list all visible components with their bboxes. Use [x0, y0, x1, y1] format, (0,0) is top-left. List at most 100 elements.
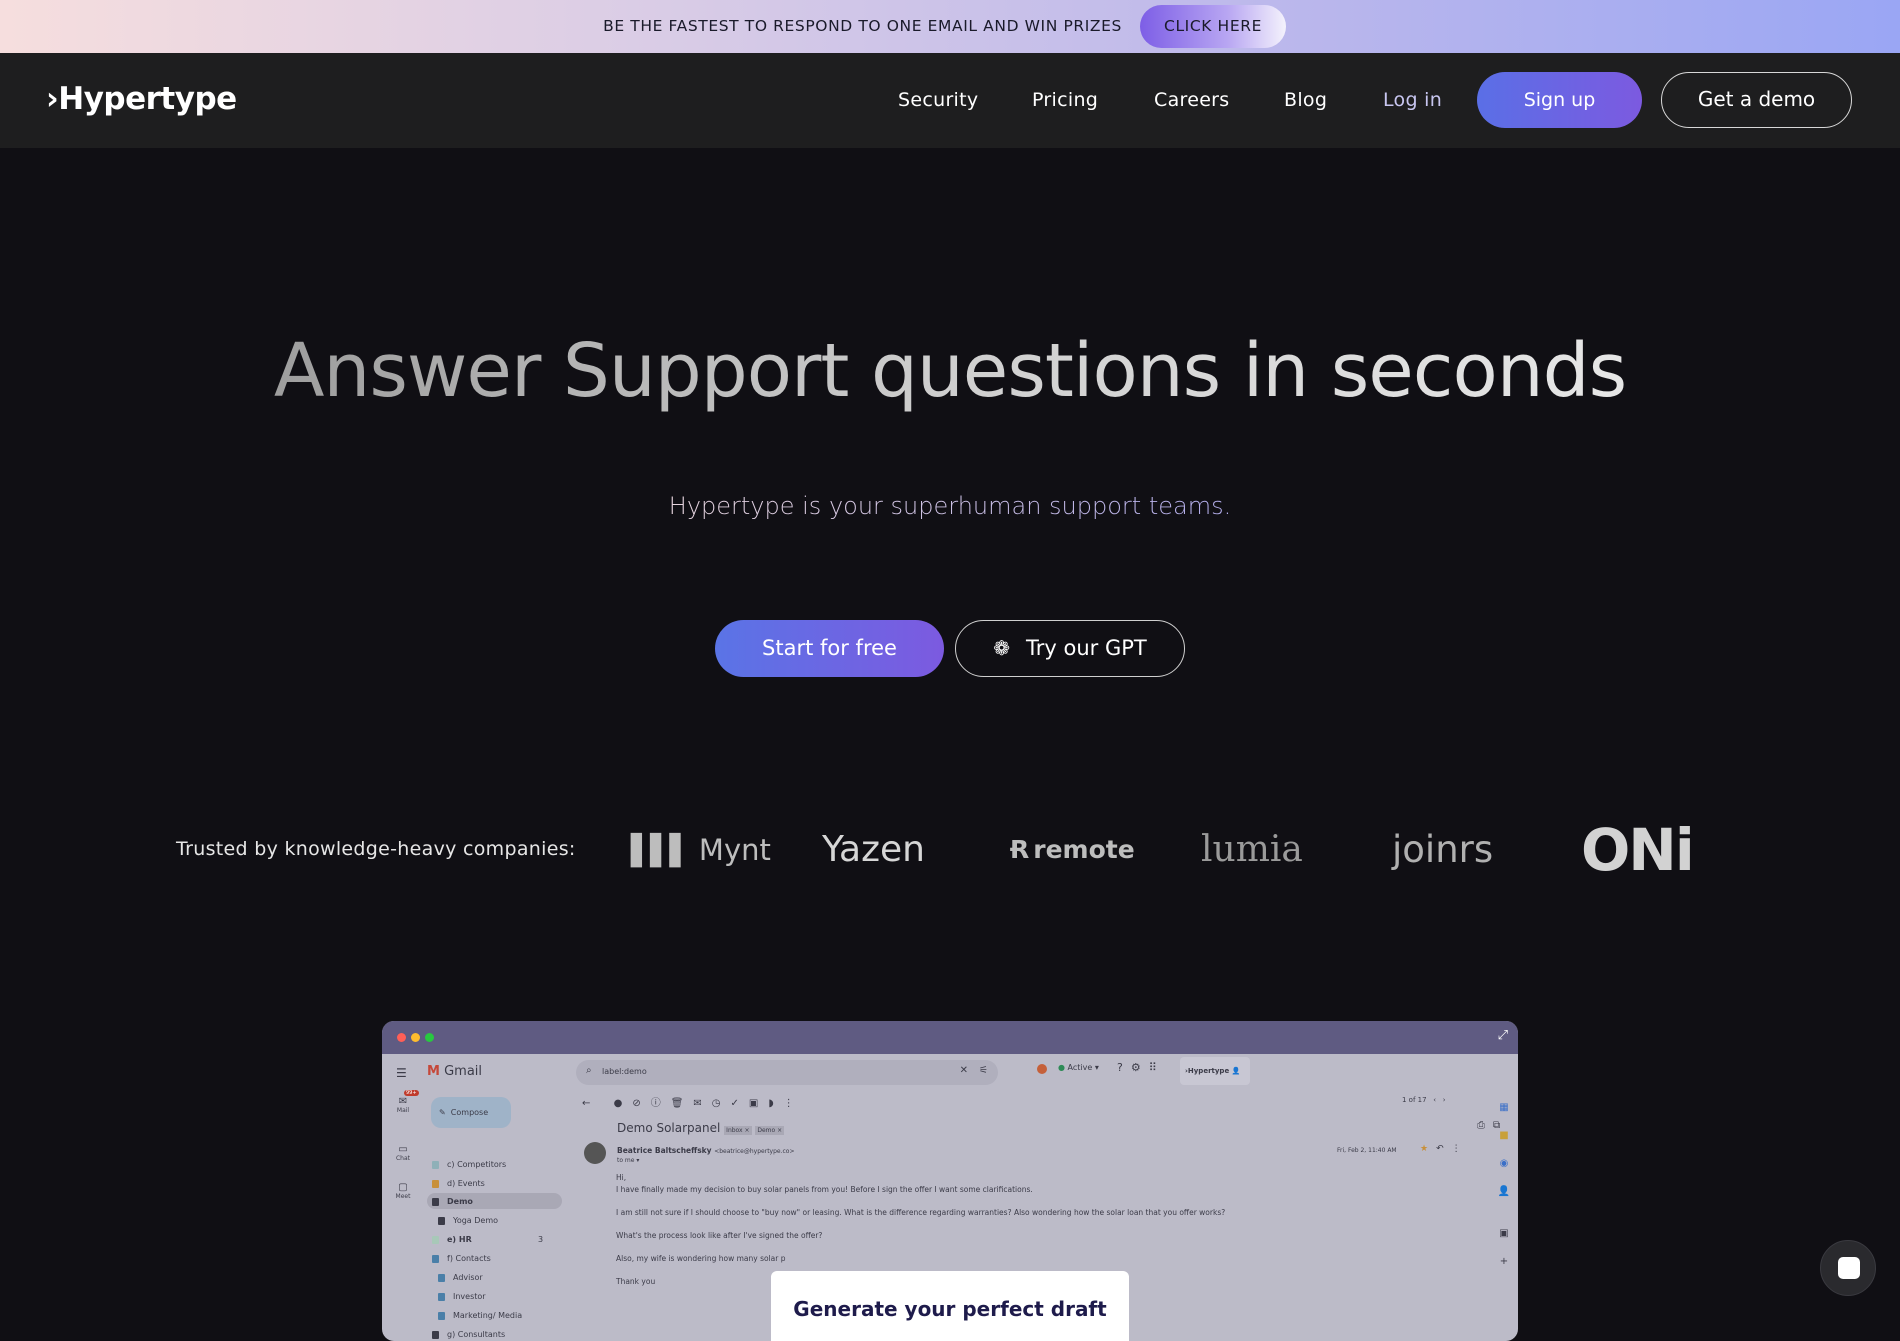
settings-icon[interactable]: ⚙: [1131, 1061, 1149, 1074]
start-free-button[interactable]: Start for free: [715, 620, 944, 677]
more-icon: ⋮: [1451, 1144, 1469, 1154]
logo-oni: ONi: [1581, 816, 1695, 884]
apps-icon[interactable]: ⠿: [1149, 1061, 1165, 1074]
more-icon: ⋮: [783, 1098, 804, 1109]
rail-meet-label: Meet: [395, 1193, 411, 1200]
delete-icon: 🗑: [670, 1098, 694, 1109]
tag-demo[interactable]: Demo ×: [755, 1126, 785, 1135]
nav-blog[interactable]: Blog: [1284, 53, 1327, 148]
pager-text: 1 of 17: [1402, 1096, 1427, 1104]
rail-mail[interactable]: ✉ Mail: [392, 1096, 414, 1114]
sender: Beatrice Baltscheffsky <beatrice@hyperty…: [617, 1146, 795, 1155]
hypertype-logo[interactable]: ›Hypertype: [46, 81, 237, 117]
compose-label: Compose: [450, 1108, 489, 1117]
popup-title: Generate your perfect draft: [793, 1297, 1107, 1321]
rail-chat[interactable]: ▭ Chat: [392, 1144, 414, 1162]
snooze-icon: ◷: [711, 1098, 731, 1109]
reply-icon: ↶: [1436, 1144, 1452, 1154]
label-events[interactable]: d) Events: [432, 1179, 485, 1188]
body-line: Thank you: [616, 1277, 656, 1286]
try-gpt-button[interactable]: ❁ Try our GPT: [955, 620, 1185, 677]
expand-icon[interactable]: ⤢: [1498, 1028, 1508, 1043]
click-here-button[interactable]: CLICK HERE: [1140, 5, 1286, 48]
star-icon: ★: [1420, 1144, 1437, 1154]
email-actions[interactable]: ★↶⋮: [1420, 1144, 1469, 1154]
rail-meet[interactable]: ▢ Meet: [392, 1182, 414, 1200]
chat-icon: [1838, 1257, 1860, 1279]
report-icon: ⓘ: [650, 1098, 671, 1109]
nav-login[interactable]: Log in: [1383, 53, 1442, 148]
help-icon[interactable]: ?: [1117, 1061, 1131, 1074]
menu-icon[interactable]: ☰: [396, 1066, 407, 1080]
product-mockup: ⤢ ☰ M Gmail ⌕ label:demo ✕ ⚟ ● Active ▾ …: [382, 1021, 1518, 1341]
unread-badge: 99+: [404, 1090, 419, 1096]
minimize-dot-icon: [411, 1033, 420, 1042]
body-line: I am still not sure if I should choose t…: [616, 1208, 1226, 1217]
sign-up-button[interactable]: Sign up: [1477, 72, 1642, 128]
logo-lumia: lumia: [1201, 829, 1303, 870]
nav-pricing[interactable]: Pricing: [1032, 53, 1098, 148]
body-line: I have finally made my decision to buy s…: [616, 1185, 1033, 1194]
logo-mynt: ▌▌▌ Mynt: [631, 822, 771, 878]
label-hr[interactable]: e) HR: [432, 1235, 472, 1244]
nav-security[interactable]: Security: [898, 53, 978, 148]
filter-icon[interactable]: ⚟: [979, 1065, 988, 1076]
search-icon: ⌕: [586, 1065, 592, 1076]
header-icons[interactable]: ?⚙⠿: [1117, 1061, 1165, 1074]
chat-launcher-button[interactable]: [1820, 1240, 1876, 1296]
label-consultants[interactable]: g) Consultants: [432, 1330, 505, 1339]
body-line: Also, my wife is wondering how many sola…: [616, 1254, 786, 1263]
logo-mynt-text: Mynt: [698, 833, 771, 867]
tasks-icon[interactable]: ◉: [1490, 1150, 1518, 1178]
clear-icon[interactable]: ✕: [960, 1065, 968, 1076]
gmail-label: Gmail: [444, 1064, 483, 1079]
window-titlebar: ⤢: [382, 1021, 1518, 1054]
back-icon: ←: [582, 1098, 601, 1109]
hypertype-icon: ●: [613, 1098, 633, 1109]
email-toolbar[interactable]: ← ●⊘ⓘ🗑✉◷✓▣◗⋮: [582, 1094, 804, 1109]
sender-name: Beatrice Baltscheffsky: [617, 1146, 712, 1155]
calendar-icon[interactable]: ▦: [1490, 1094, 1518, 1122]
label-contacts[interactable]: f) Contacts: [432, 1254, 491, 1263]
body-line: What's the process look like after I've …: [616, 1231, 823, 1240]
hr-count: 3: [538, 1235, 544, 1244]
label-yoga-demo[interactable]: Yoga Demo: [438, 1216, 498, 1225]
remote-mark-icon: Ɍ: [1010, 835, 1030, 864]
avatar: 👤: [1231, 1067, 1241, 1075]
search-input[interactable]: ⌕ label:demo ✕ ⚟: [576, 1060, 998, 1085]
label-marketing[interactable]: Marketing/ Media: [438, 1311, 522, 1320]
contacts-icon[interactable]: 👤: [1490, 1178, 1518, 1206]
move-icon: ▣: [748, 1098, 769, 1109]
hero-subtitle: Hypertype is your superhuman support tea…: [0, 492, 1900, 520]
terminal-icon[interactable]: ▣: [1490, 1220, 1518, 1248]
label-advisor[interactable]: Advisor: [438, 1273, 483, 1282]
openai-icon: ❁: [993, 636, 1011, 660]
nav-careers[interactable]: Careers: [1154, 53, 1230, 148]
rail-chat-label: Chat: [395, 1155, 411, 1162]
mynt-mark-icon: ▌▌▌: [631, 833, 692, 867]
keep-icon[interactable]: ■: [1490, 1122, 1518, 1150]
tag-inbox[interactable]: Inbox ×: [724, 1126, 752, 1135]
logo-joinrs: joinrs: [1392, 828, 1494, 871]
pager: 1 of 17 ‹ ›: [1402, 1096, 1446, 1104]
maximize-dot-icon: [425, 1033, 434, 1042]
label-icon: ◗: [768, 1098, 784, 1109]
mail-icon: ✉: [693, 1098, 712, 1109]
active-status[interactable]: ● Active ▾: [1058, 1063, 1099, 1072]
add-icon[interactable]: +: [1490, 1248, 1518, 1276]
spam-icon: ⊘: [632, 1098, 651, 1109]
hypertype-extension[interactable]: ›Hypertype 👤: [1180, 1057, 1250, 1085]
gmail-m-icon: M: [427, 1064, 440, 1079]
to-me[interactable]: to me ▾: [617, 1157, 639, 1164]
compose-button[interactable]: ✎ Compose: [431, 1097, 511, 1128]
label-competitors[interactable]: c) Competitors: [432, 1160, 506, 1169]
label-demo[interactable]: Demo: [432, 1197, 473, 1206]
search-value: label:demo: [602, 1067, 647, 1076]
task-icon: ✓: [730, 1098, 749, 1109]
rail-mail-label: Mail: [396, 1107, 410, 1114]
get-demo-button[interactable]: Get a demo: [1661, 72, 1852, 128]
label-investor[interactable]: Investor: [438, 1292, 486, 1301]
top-nav: ›Hypertype Security Pricing Careers Blog…: [0, 53, 1900, 148]
hero-headline: Answer Support questions in seconds: [0, 328, 1900, 414]
active-label: Active: [1067, 1063, 1093, 1072]
